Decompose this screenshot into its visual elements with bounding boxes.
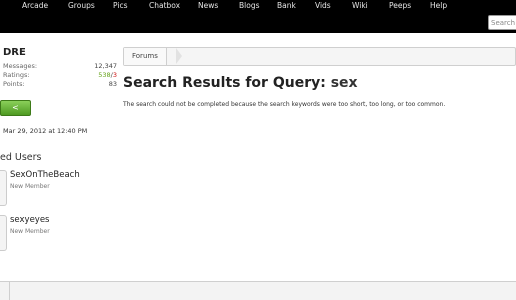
nav-item-peeps[interactable]: Peeps (389, 1, 411, 10)
messages-label: Messages: (3, 62, 38, 70)
user-name-link[interactable]: SexOnTheBeach (10, 170, 80, 180)
breadcrumb: Forums (123, 47, 516, 66)
search-error-message: The search could not be completed becaus… (123, 101, 446, 108)
nav-item-arcade[interactable]: Arcade (22, 1, 48, 10)
top-navbar: Arcade Groups Pics Chatbox News Blogs Ba… (0, 0, 516, 33)
nav-item-vids[interactable]: Vids (315, 1, 331, 10)
ratings-label: Ratings: (3, 71, 30, 79)
nav-item-groups[interactable]: Groups (68, 1, 95, 10)
breadcrumb-item-forums[interactable]: Forums (124, 48, 167, 65)
nav-item-news[interactable]: News (198, 1, 218, 10)
join-date: Mar 29, 2012 at 12:40 PM (3, 127, 88, 135)
points-value: 83 (108, 80, 117, 88)
user-card[interactable]: SexOnTheBeach New Member (0, 170, 118, 213)
users-section-heading: ed Users (0, 152, 42, 163)
breadcrumb-arrow-icon (176, 48, 182, 64)
page-title-prefix: Search Results for Query: (123, 75, 331, 91)
search-query: sex (330, 75, 358, 91)
search-input[interactable]: Search (488, 15, 516, 30)
green-action-button[interactable]: < (0, 100, 31, 116)
nav-item-chatbox[interactable]: Chatbox (149, 1, 180, 10)
user-title: New Member (10, 228, 50, 235)
nav-item-wiki[interactable]: Wiki (352, 1, 368, 10)
messages-value: 12,347 (94, 62, 117, 70)
user-name-link[interactable]: sexyeyes (10, 215, 50, 225)
sidebar-username[interactable]: DRE (3, 47, 26, 58)
nav-item-bank[interactable]: Bank (277, 1, 296, 10)
points-label: Points: (3, 80, 25, 88)
avatar[interactable] (0, 215, 7, 251)
ratings-bad-value: 3 (112, 71, 117, 79)
page-title: Search Results for Query: sex (123, 75, 358, 91)
footer-home-crumb[interactable] (0, 282, 10, 300)
ratings-good-value: 538 (98, 71, 111, 79)
nav-menu: Arcade Groups Pics Chatbox News Blogs Ba… (0, 0, 516, 12)
sidebar: DRE Messages: 12,347 Ratings: 538/3 Poin… (0, 40, 118, 280)
nav-item-blogs[interactable]: Blogs (239, 1, 260, 10)
user-title: New Member (10, 183, 50, 190)
nav-item-pics[interactable]: Pics (113, 1, 127, 10)
ratings-value: 538/3 (98, 71, 117, 79)
avatar[interactable] (0, 170, 7, 206)
nav-item-help[interactable]: Help (430, 1, 447, 10)
user-card[interactable]: sexyeyes New Member (0, 215, 118, 258)
footer-breadcrumb (0, 281, 516, 300)
